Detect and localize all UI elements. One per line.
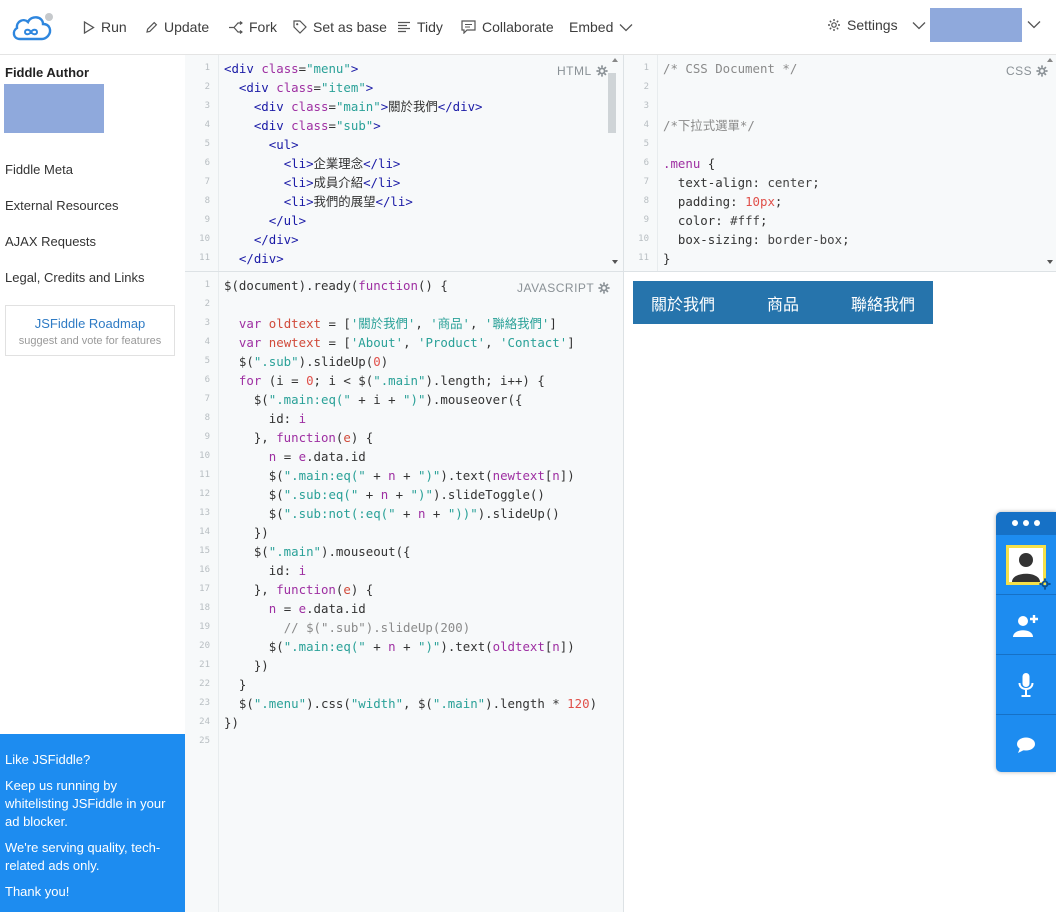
chat-bubble-icon — [461, 20, 476, 34]
scroll-down-icon[interactable] — [611, 259, 619, 265]
embed-label: Embed — [569, 19, 614, 35]
fork-button[interactable]: Fork — [228, 17, 277, 37]
set-as-base-label: Set as base — [313, 19, 387, 35]
sidebar-item-ajax-requests[interactable]: AJAX Requests — [5, 234, 96, 249]
scroll-down-icon[interactable] — [1046, 259, 1054, 265]
update-button[interactable]: Update — [145, 17, 209, 37]
pencil-icon — [146, 21, 158, 33]
play-icon — [83, 20, 95, 34]
update-label: Update — [164, 19, 210, 35]
css-editor-panel[interactable]: 1/* CSS Document */ 2 3 4/*下拉式選單*/ 5 6 .m… — [624, 55, 1056, 271]
javascript-code[interactable]: 1 $(document).ready(function() { 2 3 var … — [185, 276, 623, 751]
fork-icon — [229, 20, 243, 34]
add-user-icon — [1013, 614, 1038, 637]
jsfiddle-logo-icon[interactable] — [10, 11, 54, 43]
tag-icon — [293, 20, 307, 34]
chat-button[interactable] — [996, 714, 1056, 774]
css-label-text: CSS — [1006, 64, 1033, 78]
sidebar-item-fiddle-meta[interactable]: Fiddle Meta — [5, 162, 73, 177]
chat-bubble-icon — [1017, 737, 1035, 753]
run-button[interactable]: Run — [83, 17, 127, 37]
tidy-label: Tidy — [417, 19, 443, 35]
html-panel-label[interactable]: HTML — [557, 64, 608, 78]
microphone-icon — [1018, 672, 1034, 697]
result-menu: 關於我們 商品 聯絡我們 — [633, 281, 933, 324]
html-label-text: HTML — [557, 64, 592, 78]
panel-divider-vertical[interactable] — [623, 55, 624, 912]
set-as-base-button[interactable]: Set as base — [293, 17, 387, 37]
scroll-up-icon[interactable] — [611, 57, 619, 63]
menu-item-contact[interactable]: 聯絡我們 — [833, 291, 933, 315]
chevron-down-icon[interactable] — [1027, 20, 1041, 29]
gear-icon — [596, 65, 608, 77]
embed-button[interactable]: Embed — [569, 17, 633, 37]
gear-icon — [1036, 65, 1048, 77]
author-avatar[interactable] — [4, 84, 104, 133]
roadmap-title: JSFiddle Roadmap — [34, 316, 146, 331]
sidebar-item-legal-credits[interactable]: Legal, Credits and Links — [5, 270, 144, 285]
collaborate-label: Collaborate — [482, 19, 554, 35]
fork-label: Fork — [249, 19, 277, 35]
css-panel-label[interactable]: CSS — [1006, 64, 1048, 78]
fiddle-author-title: Fiddle Author — [5, 65, 90, 80]
add-user-button[interactable] — [996, 594, 1056, 654]
chevron-down-icon — [912, 21, 926, 29]
html-editor-panel[interactable]: 1 <div class="menu"> 2 <div class="item">… — [185, 55, 623, 271]
ad-paragraph: Keep us running by whitelisting JSFiddle… — [5, 778, 166, 829]
ad-paragraph: Thank you! — [5, 884, 70, 899]
gear-icon — [598, 282, 610, 294]
settings-button[interactable]: Settings — [827, 17, 926, 33]
javascript-label-text: JAVASCRIPT — [517, 281, 595, 295]
user-avatar[interactable] — [930, 8, 1022, 42]
top-toolbar: Run Update Fork Set as base Tidy Collabo… — [0, 0, 1056, 55]
html-code[interactable]: 1 <div class="menu"> 2 <div class="item">… — [185, 59, 623, 268]
gear-icon — [1039, 577, 1051, 590]
html-scrollbar[interactable] — [608, 73, 616, 133]
support-ad-box: Like JSFiddle? Keep us running by whitel… — [0, 734, 185, 912]
roadmap-link[interactable]: JSFiddle Roadmap suggest and vote for fe… — [5, 305, 175, 356]
javascript-editor-panel[interactable]: 1 $(document).ready(function() { 2 3 var … — [185, 272, 623, 912]
chevron-down-icon — [619, 23, 633, 31]
run-label: Run — [101, 19, 127, 35]
javascript-panel-label[interactable]: JAVASCRIPT — [517, 281, 610, 295]
tidy-lines-icon — [398, 21, 410, 33]
roadmap-subtitle: suggest and vote for features — [18, 335, 162, 347]
ad-paragraph: We're serving quality, tech-related ads … — [5, 840, 161, 873]
menu-item-about[interactable]: 關於我們 — [633, 291, 733, 315]
microphone-button[interactable] — [996, 654, 1056, 714]
user-silhouette-icon — [1009, 547, 1043, 582]
result-panel[interactable] — [624, 272, 1056, 912]
panel-divider-horizontal[interactable] — [185, 271, 1056, 272]
css-code[interactable]: 1/* CSS Document */ 2 3 4/*下拉式選單*/ 5 6 .m… — [624, 59, 1056, 268]
collaborate-button[interactable]: Collaborate — [461, 17, 554, 37]
scroll-up-icon[interactable] — [1046, 57, 1054, 63]
widget-menu-dots[interactable] — [996, 512, 1056, 534]
menu-item-products[interactable]: 商品 — [733, 291, 833, 315]
settings-label: Settings — [847, 17, 898, 33]
tidy-button[interactable]: Tidy — [397, 17, 443, 37]
widget-user-avatar[interactable] — [996, 534, 1056, 594]
ad-heading: Like JSFiddle? — [5, 752, 91, 767]
sidebar: Fiddle Author Fiddle Meta External Resou… — [0, 55, 185, 912]
collaboration-widget — [996, 512, 1056, 772]
sidebar-item-external-resources[interactable]: External Resources — [5, 198, 118, 213]
gear-icon — [828, 19, 840, 31]
